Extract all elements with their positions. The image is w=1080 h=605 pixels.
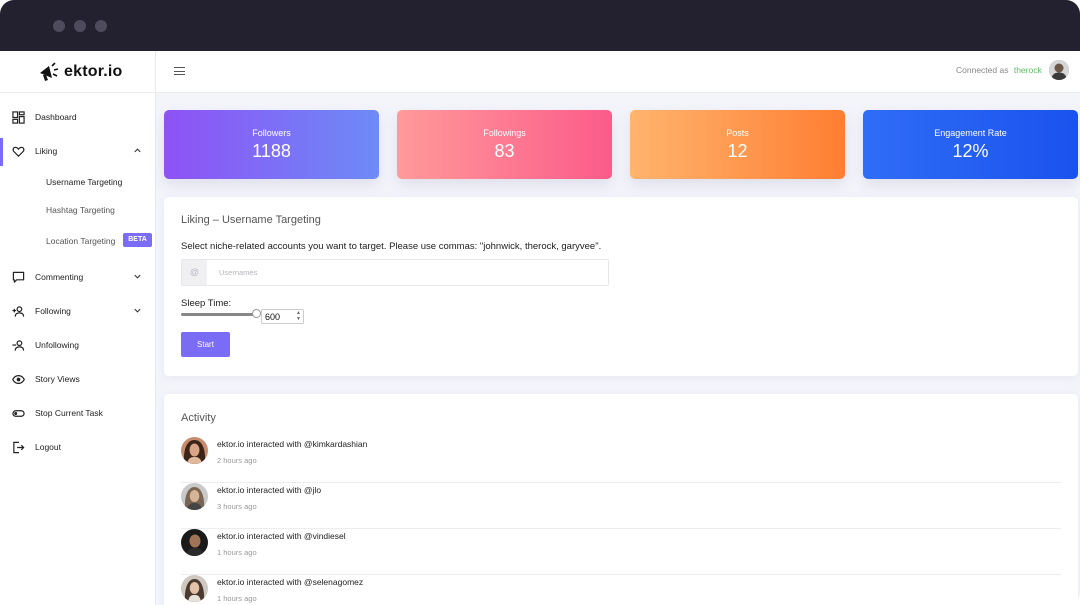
usernames-input[interactable] <box>207 260 608 285</box>
window-dot-minimize[interactable] <box>74 20 86 32</box>
usernames-input-group: @ <box>181 259 609 286</box>
sidebar-item-stop-current-task[interactable]: Stop Current Task <box>0 400 155 428</box>
activity-text: ektor.io interacted with @selenagomez <box>217 577 364 587</box>
user-avatar-icon <box>1049 60 1069 80</box>
sleep-time-number-input[interactable]: 600 ▲ ▼ <box>261 309 304 324</box>
sidebar-item-label: Liking <box>35 146 58 156</box>
sleep-time-value: 600 <box>265 312 281 322</box>
slider-handle[interactable] <box>252 309 261 318</box>
connected-username[interactable]: therock <box>1014 65 1042 75</box>
window-dot-close[interactable] <box>53 20 65 32</box>
chevron-down-icon[interactable] <box>133 272 142 281</box>
heart-icon <box>12 146 25 157</box>
sidebar-item-label: Story Views <box>35 374 80 384</box>
activity-time: 1 hours ago <box>217 548 257 557</box>
spinner-arrows-icon[interactable]: ▲ ▼ <box>296 310 301 322</box>
chevron-down-icon[interactable] <box>133 306 142 315</box>
app-window: ektor.io Dashboard Liking Username Targe… <box>0 0 1080 605</box>
window-titlebar <box>0 0 1080 51</box>
eye-icon <box>12 374 25 385</box>
sidebar-item-following[interactable]: Following <box>0 298 155 326</box>
sidebar-item-label: Unfollowing <box>35 340 79 350</box>
sidebar-subitem-hashtag-targeting[interactable]: Hashtag Targeting <box>46 205 115 215</box>
list-item: ektor.io interacted with @selenagomez 1 … <box>181 575 1061 605</box>
activity-text: ektor.io interacted with @vindiesel <box>217 531 346 541</box>
connected-status: Connected as therock <box>956 65 1042 75</box>
activity-time: 2 hours ago <box>217 456 257 465</box>
brand-megaphone-icon <box>40 62 59 81</box>
sleep-time-label: Sleep Time: <box>181 298 232 309</box>
activity-text: ektor.io interacted with @jlo <box>217 485 322 495</box>
sidebar-item-label: Dashboard <box>35 112 77 122</box>
logout-icon <box>13 441 25 454</box>
stat-card-followers: Followers 1188 <box>164 110 379 179</box>
menu-icon[interactable] <box>174 67 186 76</box>
chevron-up-icon[interactable] <box>133 146 142 155</box>
stat-title: Posts <box>726 128 749 138</box>
brand-name: ektor.io <box>64 63 123 80</box>
avatar[interactable] <box>181 437 208 464</box>
user-avatar-icon <box>181 437 208 464</box>
beta-badge: BETA <box>123 233 152 247</box>
list-item: ektor.io interacted with @jlo 3 hours ag… <box>181 483 1061 529</box>
sidebar-item-label: Logout <box>35 442 61 452</box>
toggle-icon <box>12 410 25 417</box>
sidebar-item-logout[interactable]: Logout <box>0 434 155 462</box>
stat-title: Followings <box>483 128 526 138</box>
at-sign-icon: @ <box>182 260 207 285</box>
sidebar-item-liking[interactable]: Liking <box>0 138 155 166</box>
stat-title: Engagement Rate <box>934 128 1007 138</box>
card-title: Liking – Username Targeting <box>181 214 321 226</box>
stat-value: 12 <box>727 141 748 161</box>
sleep-time-slider[interactable] <box>181 313 259 316</box>
user-avatar-icon <box>181 529 208 556</box>
user-plus-icon <box>12 306 25 317</box>
sidebar-item-label: Following <box>35 306 71 316</box>
targeting-card: Liking – Username Targeting Select niche… <box>164 197 1078 376</box>
activity-card: Activity ektor.io interacted with @kimka… <box>164 394 1078 605</box>
sidebar: ektor.io Dashboard Liking Username Targe… <box>0 51 156 605</box>
stat-card-posts: Posts 12 <box>630 110 845 179</box>
dashboard-icon <box>12 111 25 124</box>
sidebar-item-commenting[interactable]: Commenting <box>0 264 155 292</box>
stat-value: 1188 <box>252 141 291 161</box>
card-title: Activity <box>181 412 216 424</box>
avatar[interactable] <box>181 575 208 602</box>
user-avatar-icon <box>181 483 208 510</box>
activity-time: 3 hours ago <box>217 502 257 511</box>
activity-time: 1 hours ago <box>217 594 257 603</box>
stat-value: 83 <box>494 141 515 161</box>
stat-value: 12% <box>952 141 989 161</box>
sidebar-item-label: Commenting <box>35 272 84 282</box>
list-item: ektor.io interacted with @vindiesel 1 ho… <box>181 529 1061 575</box>
sidebar-subitem-username-targeting[interactable]: Username Targeting <box>46 177 122 187</box>
start-button[interactable]: Start <box>181 332 230 357</box>
connected-label: Connected as <box>956 65 1009 75</box>
avatar[interactable] <box>181 529 208 556</box>
stat-title: Followers <box>252 128 291 138</box>
user-minus-icon <box>12 340 25 351</box>
stat-card-followings: Followings 83 <box>397 110 612 179</box>
avatar[interactable] <box>1049 60 1069 80</box>
window-dot-maximize[interactable] <box>95 20 107 32</box>
stat-card-engagement-rate: Engagement Rate 12% <box>863 110 1078 179</box>
sidebar-item-dashboard[interactable]: Dashboard <box>0 104 155 132</box>
comment-icon <box>12 271 25 283</box>
sidebar-item-story-views[interactable]: Story Views <box>0 366 155 394</box>
avatar[interactable] <box>181 483 208 510</box>
list-item: ektor.io interacted with @kimkardashian … <box>181 437 1061 483</box>
sidebar-item-label: Stop Current Task <box>35 408 103 418</box>
targeting-description: Select niche-related accounts you want t… <box>181 241 602 252</box>
brand-logo[interactable]: ektor.io <box>0 51 155 93</box>
activity-text: ektor.io interacted with @kimkardashian <box>217 439 368 449</box>
sidebar-item-unfollowing[interactable]: Unfollowing <box>0 332 155 360</box>
user-avatar-icon <box>181 575 208 602</box>
sidebar-subitem-location-targeting[interactable]: Location Targeting <box>46 236 115 246</box>
top-navbar: Connected as therock <box>156 51 1080 93</box>
